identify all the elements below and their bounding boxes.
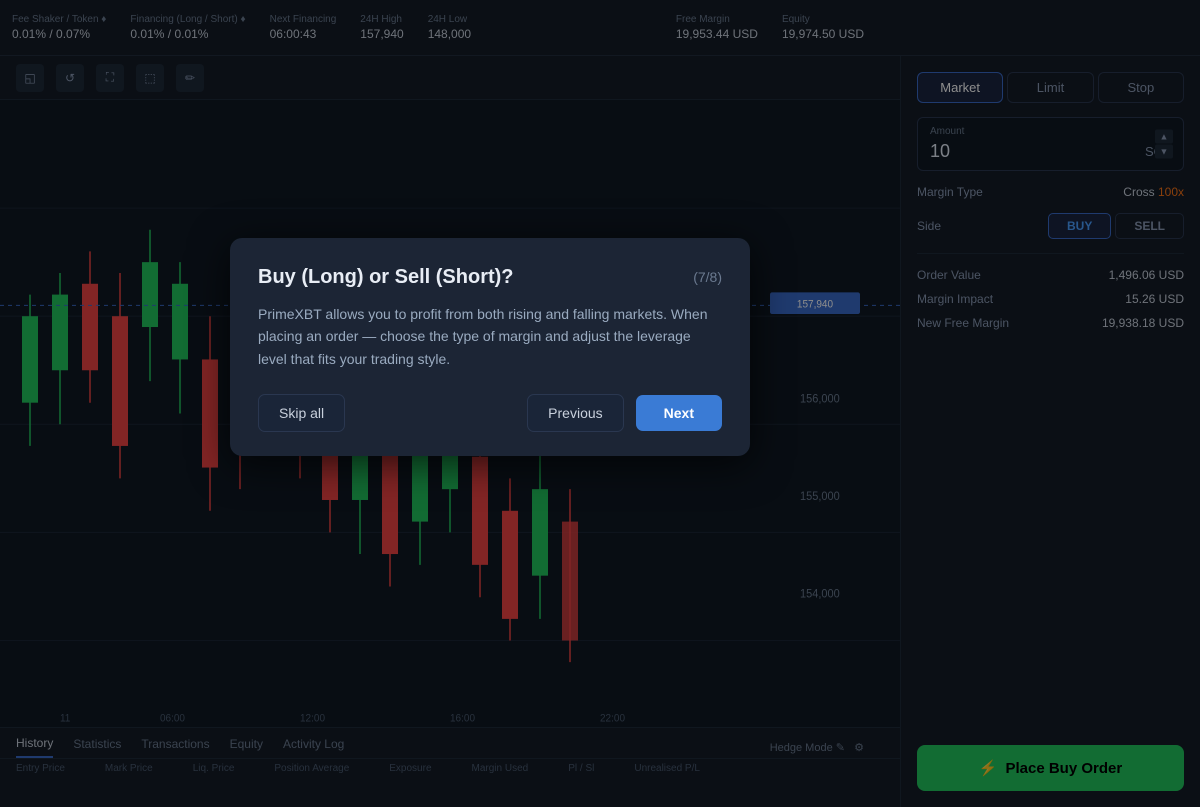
previous-button[interactable]: Previous	[527, 394, 623, 432]
skip-all-button[interactable]: Skip all	[258, 394, 345, 432]
popup-title: Buy (Long) or Sell (Short)?	[258, 266, 514, 289]
popup-header: Buy (Long) or Sell (Short)? (7/8)	[258, 266, 722, 289]
next-button[interactable]: Next	[636, 395, 722, 431]
popup-step: (7/8)	[693, 269, 722, 285]
popup-actions: Skip all Previous Next	[258, 394, 722, 432]
tutorial-popup: Buy (Long) or Sell (Short)? (7/8) PrimeX…	[230, 238, 750, 456]
popup-body: PrimeXBT allows you to profit from both …	[258, 303, 722, 370]
